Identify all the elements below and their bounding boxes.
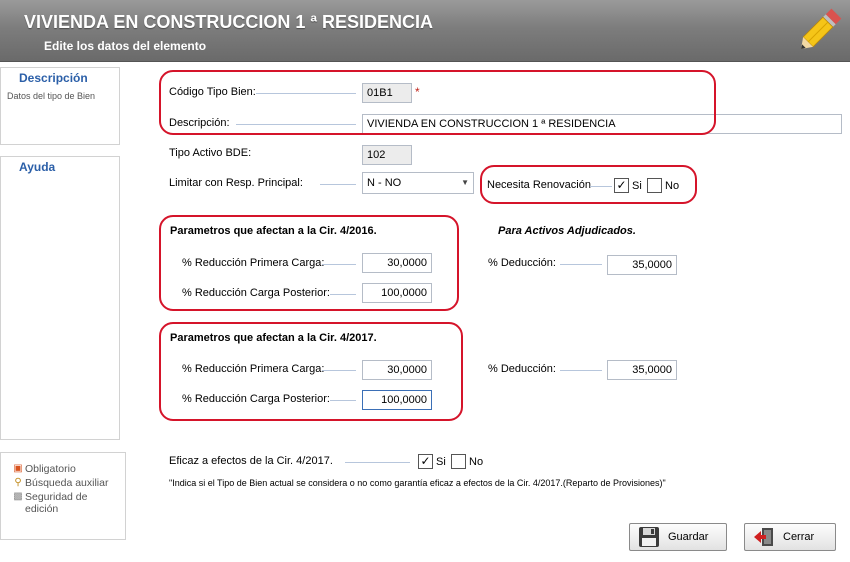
cir2017-deduccion-field[interactable]: 35,0000	[607, 360, 677, 380]
codigo-tipo-bien-field[interactable]: 01B1	[362, 83, 412, 103]
cir2017-carga-posterior-label: % Reducción Carga Posterior:	[182, 393, 330, 405]
legend-panel: ▣ Obligatorio ⚲ Búsqueda auxiliar ▩ Segu…	[0, 452, 126, 540]
legend-busqueda-label: Búsqueda auxiliar	[25, 477, 109, 489]
codigo-tipo-bien-label: Código Tipo Bien:	[169, 86, 256, 98]
sidebar-descripcion-panel: Descripción Datos del tipo de Bien	[0, 67, 120, 145]
adjudicados-deduccion-field[interactable]: 35,0000	[607, 255, 677, 275]
cir2017-primera-carga-field[interactable]: 30,0000	[362, 360, 432, 380]
leader-line	[320, 184, 356, 185]
descripcion-label: Descripción:	[169, 117, 230, 129]
checkmark-icon: ✓	[420, 454, 431, 468]
legend-busqueda: ⚲ Búsqueda auxiliar	[11, 477, 119, 489]
header-bar: VIVIENDA EN CONSTRUCCION 1 ª RESIDENCIA …	[0, 0, 850, 62]
eficaz-no-checkbox[interactable]	[451, 454, 466, 469]
adjudicados-deduccion-label: % Deducción:	[488, 257, 556, 269]
guardar-label: Guardar	[668, 531, 709, 543]
descripcion-field[interactable]: VIVIENDA EN CONSTRUCCION 1 ª RESIDENCIA	[362, 114, 842, 134]
limitar-resp-principal-value: N - NO	[367, 177, 402, 189]
leader-line	[560, 370, 602, 371]
cerrar-label: Cerrar	[783, 531, 815, 543]
sidebar-descripcion-text: Datos del tipo de Bien	[7, 91, 96, 101]
eficaz-si-checkbox[interactable]: ✓	[418, 454, 433, 469]
cir2017-section-title: Parametros que afectan a la Cir. 4/2017.	[170, 332, 377, 344]
leader-line	[330, 294, 356, 295]
leader-line	[345, 462, 410, 463]
cir2017-carga-posterior-field[interactable]: 100,0000	[362, 390, 432, 410]
exit-door-icon	[754, 528, 773, 546]
cir2016-carga-posterior-label: % Reducción Carga Posterior:	[182, 287, 330, 299]
cir2017-deduccion-label: % Deducción:	[488, 363, 556, 375]
limitar-resp-principal-select[interactable]: N - NO ▼	[362, 172, 474, 194]
pencil-icon	[801, 8, 842, 49]
page-title: VIVIENDA EN CONSTRUCCION 1 ª RESIDENCIA	[24, 12, 434, 32]
eficaz-cir2017-label: Eficaz a efectos de la Cir. 4/2017.	[169, 455, 333, 467]
legend-obligatorio-label: Obligatorio	[25, 463, 76, 475]
leader-line	[322, 370, 356, 371]
required-icon: ▣	[13, 463, 23, 474]
limitar-resp-principal-label: Limitar con Resp. Principal:	[169, 177, 303, 189]
renovacion-no-checkbox[interactable]	[647, 178, 662, 193]
checkmark-icon: ✓	[616, 178, 627, 192]
renovacion-si-label: Si	[632, 180, 642, 192]
required-marker: *	[415, 85, 420, 99]
cir2016-carga-posterior-field[interactable]: 100,0000	[362, 283, 432, 303]
legend-seguridad-label: Seguridad de edición	[25, 491, 88, 515]
sidebar-ayuda-title: Ayuda	[19, 160, 56, 174]
activos-adjudicados-title: Para Activos Adjudicados.	[498, 225, 636, 237]
tipo-activo-bde-label: Tipo Activo BDE:	[169, 147, 252, 159]
leader-line	[560, 264, 602, 265]
leader-line	[236, 124, 356, 125]
sidebar-ayuda-panel: Ayuda	[0, 156, 120, 440]
dropdown-arrow-icon: ▼	[461, 178, 469, 187]
page-subtitle: Edite los datos del elemento	[44, 39, 207, 53]
legend-seguridad: ▩ Seguridad de edición	[11, 491, 119, 515]
eficaz-no-label: No	[469, 456, 484, 468]
cerrar-button[interactable]: Cerrar	[744, 523, 836, 551]
eficaz-help-note: "Indica si el Tipo de Bien actual se con…	[169, 478, 666, 488]
leader-line	[322, 264, 356, 265]
floppy-disk-icon	[639, 527, 659, 547]
cir2016-section-title: Parametros que afectan a la Cir. 4/2016.	[170, 225, 377, 237]
cir2017-primera-carga-label: % Reducción Primera Carga:	[182, 363, 325, 375]
cir2016-primera-carga-field[interactable]: 30,0000	[362, 253, 432, 273]
legend-obligatorio: ▣ Obligatorio	[11, 463, 119, 475]
necesita-renovacion-label: Necesita Renovación	[487, 179, 591, 191]
guardar-button[interactable]: Guardar	[629, 523, 727, 551]
eficaz-si-label: Si	[436, 456, 446, 468]
search-icon: ⚲	[14, 477, 22, 488]
leader-line	[330, 400, 356, 401]
cir2016-primera-carga-label: % Reducción Primera Carga:	[182, 257, 325, 269]
sidebar-descripcion-title: Descripción	[19, 71, 88, 85]
tipo-activo-bde-field[interactable]: 102	[362, 145, 412, 165]
leader-line	[256, 93, 356, 94]
renovacion-si-checkbox[interactable]: ✓	[614, 178, 629, 193]
lock-icon: ▩	[13, 491, 23, 502]
leader-line	[590, 186, 612, 187]
renovacion-no-label: No	[665, 180, 680, 192]
